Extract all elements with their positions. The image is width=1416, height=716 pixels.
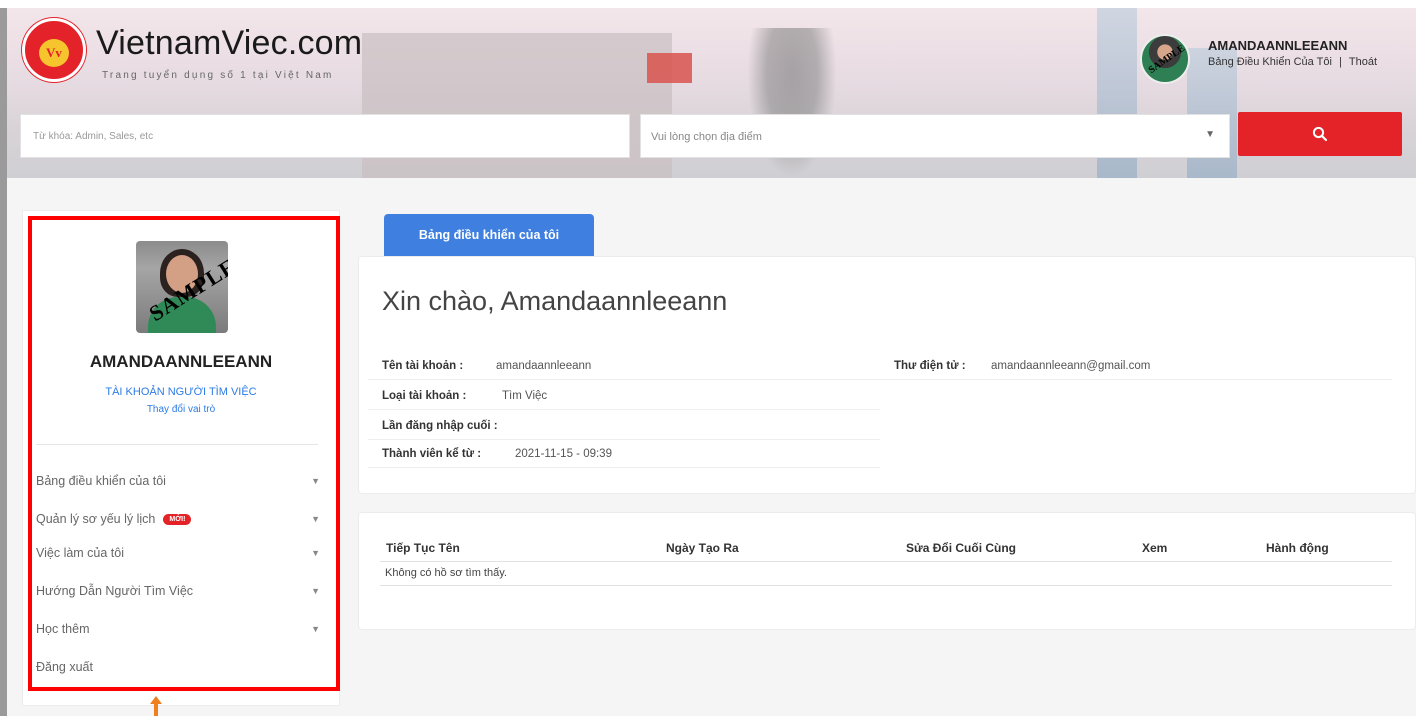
table-row-divider (380, 585, 1392, 586)
info-row-email: Thư điện tử : amandaannleeann@gmail.com (880, 354, 1392, 380)
tab-dashboard[interactable]: Bảng điều khiển của tôi (384, 214, 594, 256)
sidebar-item-label: Bảng điều khiển của tôi (36, 474, 166, 488)
resume-table-card (358, 512, 1416, 630)
info-row-account-type: Loại tài khoản : Tìm Việc (368, 384, 880, 410)
sidebar-divider (36, 444, 318, 445)
annotation-arrow-icon (150, 696, 162, 716)
caret-down-icon: ▼ (311, 548, 320, 558)
tab-label: Bảng điều khiển của tôi (418, 228, 560, 242)
sidebar-item-guide[interactable]: Hướng Dẫn Người Tìm Việc ▼ (36, 578, 326, 608)
info-row-member-since: Thành viên kể từ : 2021-11-15 - 09:39 (368, 442, 880, 468)
caret-down-icon: ▼ (1205, 129, 1215, 140)
left-border (0, 8, 7, 716)
caret-down-icon: ▼ (311, 586, 320, 596)
caret-down-icon: ▼ (311, 624, 320, 634)
dashboard-link[interactable]: Bảng Điều Khiển Của Tôi (1208, 56, 1332, 68)
empty-table-message: Không có hồ sơ tìm thấy. (385, 567, 507, 579)
location-placeholder: Vui lòng chọn địa điểm (651, 131, 762, 143)
new-badge: MỚI! (163, 514, 192, 525)
column-header[interactable]: Tiếp Tục Tên (386, 541, 460, 555)
top-border (0, 0, 1416, 8)
column-header[interactable]: Sửa Đổi Cuối Cùng (906, 541, 1016, 555)
logo-icon: Vv (22, 18, 86, 82)
profile-name: AMANDAANNLEEANN (89, 352, 273, 371)
resume-label-text: Quản lý sơ yếu lý lịch (36, 512, 156, 526)
member-since-label: Thành viên kể từ : (382, 448, 482, 460)
change-role-link[interactable]: Thay đổi vai trò (22, 404, 340, 415)
last-login-label: Lần đăng nhập cuối : (382, 420, 498, 432)
sidebar-item-resume[interactable]: Quản lý sơ yếu lý lịch MỚI! ▼ (36, 506, 326, 536)
header-user-name: AMANDAANNLEEANN (1208, 38, 1348, 53)
logo-mark: Vv (39, 39, 69, 67)
search-icon (1312, 126, 1328, 142)
caret-down-icon: ▼ (311, 476, 320, 486)
username-label: Tên tài khoản : (382, 360, 464, 372)
sidebar-item-label: Hướng Dẫn Người Tìm Việc (36, 584, 194, 598)
link-separator: | (1339, 56, 1342, 68)
logo-tagline: Trang tuyển dụng số 1 tại Việt Nam (102, 70, 334, 81)
sidebar-item-label: Quản lý sơ yếu lý lịch MỚI! (36, 512, 192, 526)
profile-photo[interactable]: SAMPLE (136, 241, 228, 333)
username-value: amandaannleeann (496, 360, 592, 372)
user-links: Bảng Điều Khiển Của Tôi | Thoát (1208, 56, 1377, 68)
keyword-search (20, 114, 630, 158)
sidebar-item-label: Học thêm (36, 622, 90, 636)
column-header[interactable]: Xem (1142, 541, 1167, 555)
banner-flag (647, 53, 692, 83)
logout-link[interactable]: Thoát (1349, 56, 1377, 68)
location-select[interactable]: Vui lòng chọn địa điểm ▼ (640, 114, 1230, 158)
site-logo[interactable]: Vv VietnamViec.com Trang tuyển dụng số 1… (22, 16, 362, 86)
sidebar-item-my-jobs[interactable]: Việc làm của tôi ▼ (36, 540, 326, 570)
logo-title: VietnamViec.com (96, 24, 363, 62)
column-header[interactable]: Hành động (1266, 541, 1329, 555)
account-type-label: TÀI KHOẢN NGƯỜI TÌM VIỆC (105, 386, 257, 398)
info-row-last-login: Lần đăng nhập cuối : (368, 414, 880, 440)
table-header-divider (380, 561, 1392, 562)
search-button[interactable] (1238, 112, 1402, 156)
sidebar-item-label: Đăng xuất (36, 660, 93, 674)
account-type-value: Tìm Việc (502, 390, 548, 402)
email-value: amandaannleeann@gmail.com (991, 360, 1151, 372)
info-row-username: Tên tài khoản : amandaannleeann (368, 354, 880, 380)
email-label: Thư điện tử : (894, 360, 966, 372)
member-since-value: 2021-11-15 - 09:39 (515, 448, 612, 460)
column-header[interactable]: Ngày Tạo Ra (666, 541, 739, 555)
sidebar-item-learn-more[interactable]: Học thêm ▼ (36, 616, 326, 646)
user-avatar[interactable]: SAMPLE (1140, 34, 1190, 84)
avatar-watermark: SAMPLE (1146, 43, 1188, 76)
greeting-heading: Xin chào, Amandaannleeann (382, 286, 728, 316)
sidebar-item-label: Việc làm của tôi (36, 546, 125, 560)
user-menu: SAMPLE AMANDAANNLEEANN Bảng Điều Khiển C… (1140, 34, 1400, 90)
account-type-key: Loại tài khoản : (382, 390, 467, 402)
keyword-input[interactable] (21, 115, 629, 157)
caret-down-icon: ▼ (311, 514, 320, 524)
sidebar-item-logout[interactable]: Đăng xuất (36, 654, 326, 684)
sidebar-item-dashboard[interactable]: Bảng điều khiển của tôi ▼ (36, 468, 326, 498)
